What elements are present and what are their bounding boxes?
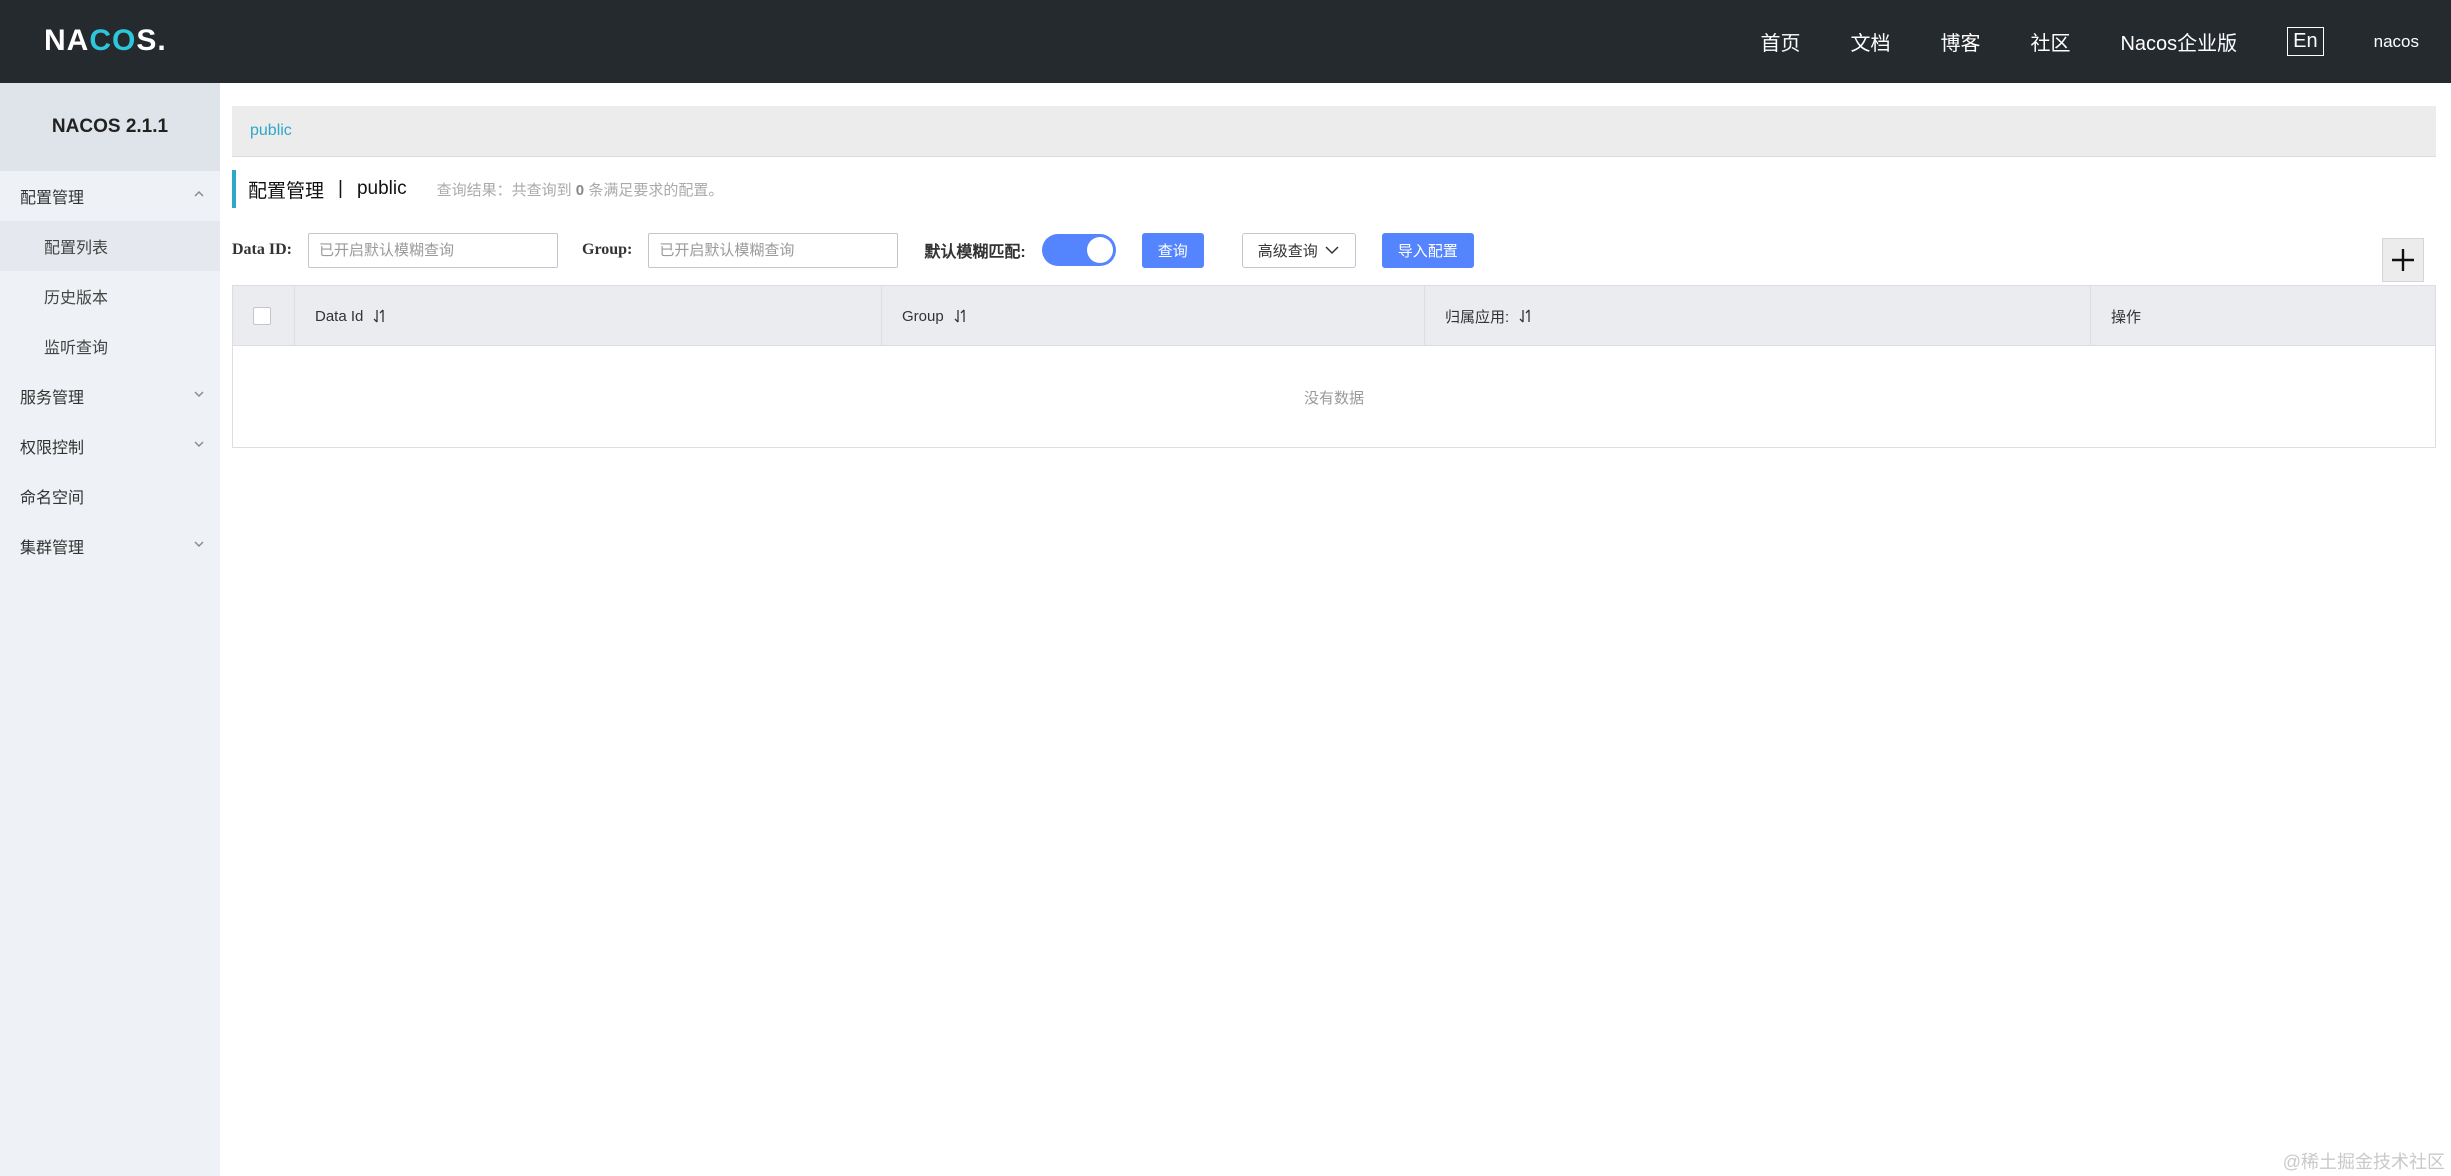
nav-blog[interactable]: 博客 — [1940, 27, 1980, 56]
sort-icon[interactable] — [954, 308, 968, 324]
group-label: Group: — [582, 241, 633, 258]
top-nav: 首页 文档 博客 社区 Nacos企业版 En nacos — [1760, 0, 2451, 83]
config-table: Data Id Group 归属应用: 操作 没有数据 — [232, 285, 2436, 448]
chevron-down-icon — [194, 391, 204, 397]
column-app[interactable]: 归属应用: — [1425, 286, 2091, 346]
fuzzy-match-toggle[interactable] — [1041, 234, 1116, 266]
sidebar-item-history[interactable]: 历史版本 — [0, 271, 220, 321]
sidebar: NACOS 2.1.1 配置管理 配置列表 历史版本 监听查询 服务管理 权限控… — [0, 83, 220, 1176]
sidebar-group-label: 集群管理 — [20, 540, 85, 557]
column-group[interactable]: Group — [882, 286, 1425, 346]
fuzzy-match-label: 默认模糊匹配: — [924, 244, 1026, 261]
column-actions: 操作 — [2111, 308, 2142, 326]
filter-row: Data ID: Group: 默认模糊匹配: 查询 高级查询 导入配置 — [232, 230, 1474, 270]
user-menu[interactable]: nacos — [2374, 32, 2419, 52]
sidebar-item-listener-query[interactable]: 监听查询 — [0, 321, 220, 371]
data-id-label: Data ID: — [232, 241, 292, 258]
top-navbar: NACOS. 首页 文档 博客 社区 Nacos企业版 En nacos — [0, 0, 2451, 83]
sidebar-title: NACOS 2.1.1 — [0, 83, 220, 171]
sidebar-item-namespace[interactable]: 命名空间 — [0, 471, 220, 521]
sidebar-group-label: 权限控制 — [20, 440, 85, 457]
sidebar-group-service-management[interactable]: 服务管理 — [0, 371, 220, 421]
sidebar-group-access-control[interactable]: 权限控制 — [0, 421, 220, 471]
group-input[interactable] — [648, 232, 899, 268]
title-separator: | — [338, 178, 343, 199]
nav-community[interactable]: 社区 — [2030, 27, 2070, 56]
chevron-down-icon — [194, 541, 204, 547]
nav-docs[interactable]: 文档 — [1850, 27, 1890, 56]
empty-state: 没有数据 — [1303, 389, 1364, 407]
search-button[interactable]: 查询 — [1141, 232, 1204, 268]
sidebar-group-config-management[interactable]: 配置管理 — [0, 171, 220, 221]
import-config-button[interactable]: 导入配置 — [1381, 232, 1474, 268]
plus-icon — [2392, 249, 2414, 271]
current-namespace: public — [356, 178, 407, 199]
nacos-logo[interactable]: NACOS. — [44, 20, 167, 62]
sort-icon[interactable] — [373, 308, 387, 324]
nav-enterprise[interactable]: Nacos企业版 — [2120, 27, 2237, 56]
column-data-id[interactable]: Data Id — [295, 286, 882, 346]
table-header: Data Id Group 归属应用: 操作 — [233, 286, 2435, 346]
select-all-cell — [233, 286, 295, 346]
select-all-checkbox[interactable] — [253, 307, 271, 325]
data-id-input[interactable] — [308, 232, 558, 268]
chevron-down-icon — [194, 441, 204, 447]
page-title: 配置管理 — [248, 180, 325, 202]
nav-home[interactable]: 首页 — [1760, 27, 1800, 56]
namespace-link-public[interactable]: public — [250, 122, 292, 140]
chevron-down-icon — [1325, 246, 1339, 255]
namespace-bar: public — [232, 106, 2436, 157]
sidebar-group-cluster-management[interactable]: 集群管理 — [0, 521, 220, 571]
sort-icon[interactable] — [1519, 308, 1533, 324]
sidebar-group-label: 命名空间 — [20, 490, 85, 507]
page-header: 配置管理 | public 查询结果：共查询到 0 条满足要求的配置。 — [232, 170, 723, 208]
watermark: @稀土掘金技术社区 — [2282, 1152, 2445, 1172]
query-result-info: 查询结果：共查询到 0 条满足要求的配置。 — [436, 181, 724, 199]
advanced-search-button[interactable]: 高级查询 — [1241, 232, 1356, 268]
language-switch-button[interactable]: En — [2287, 27, 2324, 56]
sidebar-group-label: 服务管理 — [20, 390, 85, 407]
sidebar-item-config-list[interactable]: 配置列表 — [0, 221, 220, 271]
sidebar-group-label: 配置管理 — [20, 190, 85, 207]
chevron-up-icon — [194, 191, 204, 197]
add-config-button[interactable] — [2382, 238, 2424, 282]
query-result-count: 0 — [575, 181, 585, 199]
